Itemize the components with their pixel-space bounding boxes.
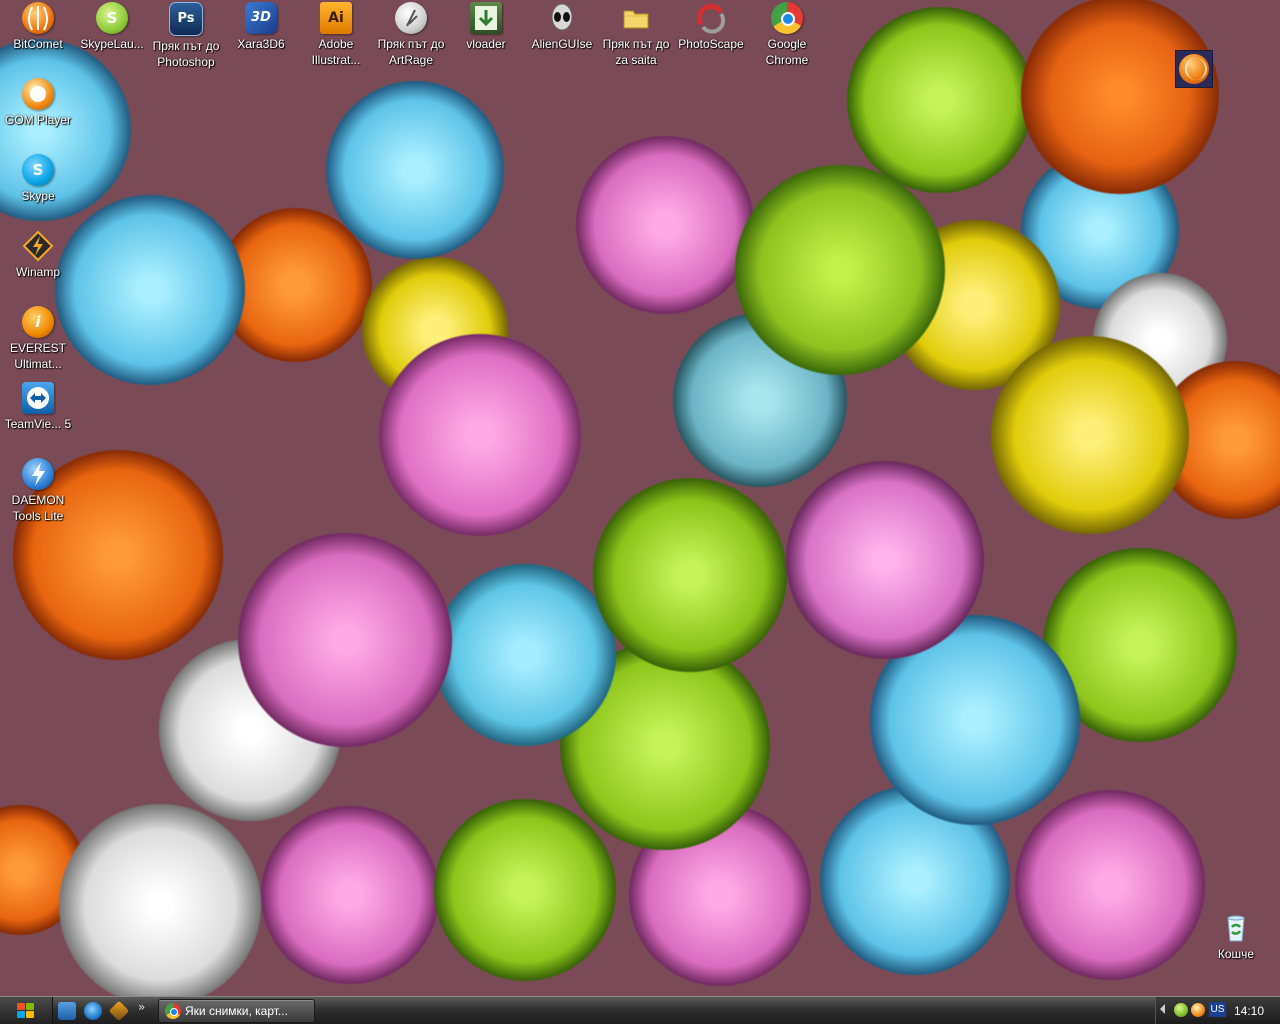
desktop-icon-xara3d[interactable]: 3D Xara3D6 <box>223 2 299 52</box>
desktop-icon-bitcomet[interactable]: BitComet <box>0 2 76 52</box>
desktop-icon-everest[interactable]: i EVEREST Ultimat... <box>0 306 76 372</box>
chrome-icon <box>771 2 803 34</box>
desktop-icon-winamp[interactable]: Winamp <box>0 230 76 280</box>
desktop-icon-chrome[interactable]: Google Chrome <box>749 2 825 68</box>
alienguise-icon <box>546 2 578 34</box>
desktop-icon-label: SkypeLau... <box>80 37 144 51</box>
desktop-icon-label: Пряк път до Photoshop <box>152 39 220 69</box>
desktop-icon-artrage[interactable]: Пряк път до ArtRage <box>373 2 449 68</box>
desktop-icon-vloader[interactable]: vloader <box>448 2 524 52</box>
desktop-icon-skypelauncher[interactable]: S SkypeLau... <box>74 2 150 52</box>
desktop-icon-skype[interactable]: S Skype <box>0 154 76 204</box>
winamp-icon <box>22 230 54 262</box>
chrome-icon <box>165 1003 181 1019</box>
system-tray: US 14:10 <box>1155 997 1280 1024</box>
desktop-icon-daemon-tools[interactable]: DAEMON Tools Lite <box>0 458 76 524</box>
quick-launch-show-desktop-icon[interactable] <box>58 1002 76 1020</box>
desktop-icon-alienguise[interactable]: AlienGUIse <box>524 2 600 52</box>
bitcomet-icon <box>1179 54 1209 84</box>
teamviewer-icon <box>22 382 54 414</box>
desktop-icon-label: Пряк път до za saita <box>602 37 670 67</box>
desktop-icon-label: Google Chrome <box>765 37 809 67</box>
desktop-icon-label: Adobe Illustrat... <box>311 37 361 67</box>
desktop-icon-gom-player[interactable]: GOM Player <box>0 78 76 128</box>
daemon-tools-icon <box>22 458 54 490</box>
show-hidden-icons-button[interactable] <box>1160 1004 1165 1014</box>
taskbar: » Яки снимки, карт... US 14:10 <box>0 996 1280 1024</box>
tray-skype-icon[interactable] <box>1174 1003 1188 1017</box>
tray-gom-icon[interactable] <box>1191 1003 1205 1017</box>
folder-icon <box>620 2 652 34</box>
language-indicator[interactable]: US <box>1209 1002 1226 1017</box>
photoshop-icon: Ps <box>169 2 203 36</box>
quick-launch-ie-icon[interactable] <box>84 1002 102 1020</box>
desktop-icon-label: GOM Player <box>4 113 71 127</box>
desktop-icon-label: DAEMON Tools Lite <box>11 493 65 523</box>
desktop-icon-label: Winamp <box>15 265 60 279</box>
desktop-icon-label: PhotoScape <box>678 37 744 51</box>
taskbar-button-chrome-window[interactable]: Яки снимки, карт... <box>158 999 315 1023</box>
desktop-icon-teamviewer[interactable]: TeamVie... 5 <box>0 382 76 432</box>
clock[interactable]: 14:10 <box>1234 997 1264 1024</box>
desktop-icon-label: Xara3D6 <box>237 37 285 51</box>
artrage-icon <box>395 2 427 34</box>
skype-icon: S <box>22 154 54 186</box>
desktop-icon-label: EVEREST Ultimat... <box>9 341 66 371</box>
desktop-icon-label: BitComet <box>13 37 63 51</box>
desktop-icon-photoscape[interactable]: PhotoScape <box>673 2 749 52</box>
desktop-icon-label: Пряк път до ArtRage <box>377 37 445 67</box>
desktop-icon-illustrator[interactable]: Ai Adobe Illustrat... <box>298 2 374 68</box>
desktop-icon-label: TeamVie... 5 <box>4 417 72 431</box>
photoscape-icon <box>695 2 727 34</box>
skype-launcher-icon: S <box>96 2 128 34</box>
desktop-icon-label: Skype <box>21 189 55 203</box>
xara3d-icon: 3D <box>245 2 277 34</box>
desktop-icon-label: vloader <box>466 37 506 51</box>
everest-icon: i <box>22 306 54 338</box>
desktop-icon-label: Кошче <box>1217 947 1255 961</box>
desktop-icon-photoshop[interactable]: Ps Пряк път до Photoshop <box>148 2 224 70</box>
desktop-icon-recycle-bin[interactable]: Кошче <box>1198 912 1274 962</box>
desktop-wallpaper <box>0 0 1280 996</box>
desktop-icon-label: AlienGUIse <box>531 37 593 51</box>
quick-launch-winamp-icon[interactable] <box>108 1000 130 1022</box>
start-button[interactable] <box>0 997 53 1024</box>
windows-logo-icon <box>17 1003 35 1019</box>
taskbar-button-label: Яки снимки, карт... <box>185 1004 288 1018</box>
bitcomet-drop-target[interactable] <box>1175 50 1213 88</box>
recycle-bin-icon <box>1220 912 1252 944</box>
quick-launch-more-button[interactable]: » <box>138 1000 145 1014</box>
gom-player-icon <box>22 78 54 110</box>
desktop-icon-za-saita[interactable]: Пряк път до za saita <box>598 2 674 68</box>
bitcomet-icon <box>22 2 54 34</box>
vloader-icon <box>470 2 502 34</box>
illustrator-icon: Ai <box>320 2 352 34</box>
